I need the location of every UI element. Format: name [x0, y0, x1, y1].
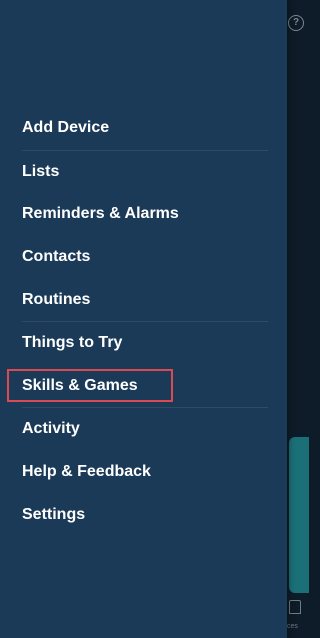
menu-item-label: Help & Feedback [22, 463, 151, 481]
background-card [289, 437, 309, 593]
menu-item-add-device[interactable]: Add Device [0, 107, 287, 150]
menu-item-label: Lists [22, 162, 60, 180]
bottom-nav-label: ces [287, 623, 298, 630]
menu-item-reminders-alarms[interactable]: Reminders & Alarms [0, 193, 287, 236]
devices-icon[interactable] [289, 600, 301, 614]
menu-item-things-to-try[interactable]: Things to Try [0, 322, 287, 365]
drawer-menu: Add Device Lists Reminders & Alarms Cont… [0, 107, 287, 536]
navigation-drawer: Add Device Lists Reminders & Alarms Cont… [0, 0, 287, 638]
app-screen: ? ces Add Device Lists Reminders & Alarm… [0, 0, 320, 638]
menu-item-label: Settings [22, 505, 86, 523]
menu-item-label: Activity [22, 420, 80, 438]
menu-item-label: Contacts [22, 248, 91, 266]
menu-item-contacts[interactable]: Contacts [0, 236, 287, 279]
menu-item-label: Routines [22, 290, 91, 308]
menu-item-label: Things to Try [22, 334, 123, 352]
menu-item-settings[interactable]: Settings [0, 493, 287, 536]
menu-item-help-feedback[interactable]: Help & Feedback [0, 451, 287, 494]
menu-item-label: Add Device [22, 119, 110, 137]
help-icon[interactable]: ? [288, 15, 304, 31]
menu-item-skills-games[interactable]: Skills & Games [0, 365, 287, 408]
menu-item-lists[interactable]: Lists [0, 151, 287, 194]
menu-item-activity[interactable]: Activity [0, 408, 287, 451]
menu-item-label: Reminders & Alarms [22, 205, 179, 223]
menu-item-label: Skills & Games [22, 376, 138, 394]
menu-item-routines[interactable]: Routines [0, 278, 287, 321]
